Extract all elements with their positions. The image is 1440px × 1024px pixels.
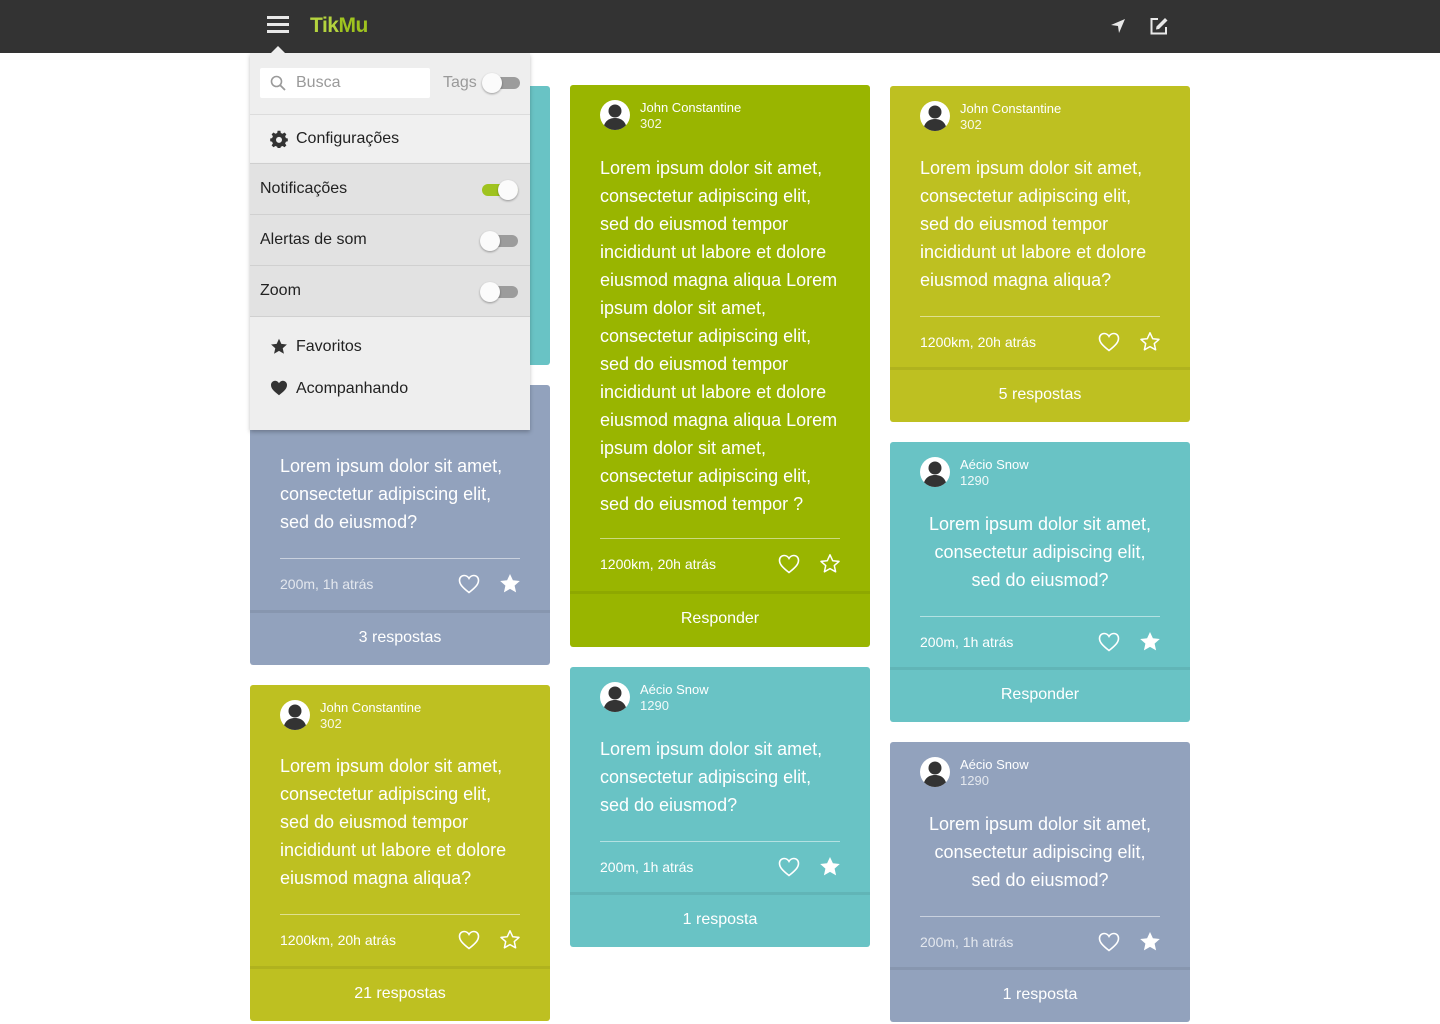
replies-button[interactable]: 1 resposta [890, 967, 1190, 1022]
avatar[interactable] [600, 682, 630, 712]
author-name[interactable]: John Constantine [640, 100, 741, 115]
post-meta: 1200km, 20h atrás [920, 334, 1036, 350]
hamburger-icon[interactable] [267, 16, 289, 36]
post-meta: 200m, 1h atrás [920, 934, 1014, 950]
author-name[interactable]: Aécio Snow [960, 757, 1029, 772]
heart-icon[interactable] [778, 554, 800, 574]
menu-panel: Tags Configurações Notificações Alertas … [250, 53, 530, 430]
author-score: 1290 [960, 473, 989, 488]
setting-alertas-de-som: Alertas de som [250, 215, 530, 266]
zoom-toggle[interactable] [480, 281, 518, 303]
notificacoes-toggle[interactable] [480, 179, 518, 201]
app-logo[interactable]: TikMu [310, 14, 368, 38]
divider [280, 558, 520, 559]
post-card[interactable]: John Constantine 302 Lorem ipsum dolor s… [890, 86, 1190, 422]
author-score: 1290 [640, 698, 669, 713]
menu-item-configuracoes[interactable]: Configurações [250, 114, 530, 162]
heart-icon[interactable] [1098, 932, 1120, 952]
heart-icon[interactable] [1098, 332, 1120, 352]
search-input[interactable] [296, 73, 424, 93]
setting-label: Alertas de som [260, 231, 367, 248]
divider [600, 841, 840, 842]
post-meta: 1200km, 20h atrás [280, 932, 396, 948]
post-meta: 200m, 1h atrás [280, 576, 374, 592]
menu-caret [271, 46, 285, 53]
replies-button[interactable]: 5 respostas [890, 367, 1190, 422]
heart-icon[interactable] [458, 574, 480, 594]
post-card[interactable]: John Constantine 302 Lorem ipsum dolor s… [570, 85, 870, 647]
star-filled-icon[interactable] [499, 573, 521, 594]
post-text: Lorem ipsum dolor sit amet, consectetur … [600, 739, 823, 815]
post-meta: 200m, 1h atrás [600, 859, 694, 875]
tags-toggle[interactable] [482, 72, 520, 94]
search-box[interactable] [260, 68, 430, 98]
reply-button[interactable]: Responder [890, 667, 1190, 722]
alertas-de-som-toggle[interactable] [480, 230, 518, 252]
author-name[interactable]: Aécio Snow [640, 682, 709, 697]
menu-item-favoritos[interactable]: Favoritos [250, 328, 530, 368]
replies-button[interactable]: 3 respostas [250, 610, 550, 665]
star-filled-icon[interactable] [819, 856, 841, 877]
divider [920, 916, 1160, 917]
post-text: Lorem ipsum dolor sit amet, consectetur … [928, 814, 1152, 890]
star-filled-icon[interactable] [1139, 631, 1161, 652]
author-name[interactable]: John Constantine [320, 700, 421, 715]
post-text: Lorem ipsum dolor sit amet, consectetur … [928, 514, 1152, 590]
replies-button[interactable]: 1 resposta [570, 892, 870, 947]
replies-button[interactable]: 21 respostas [250, 966, 550, 1021]
post-text: Lorem ipsum dolor sit amet, consectetur … [280, 756, 507, 888]
heart-icon[interactable] [778, 857, 800, 877]
menu-item-label: Configurações [296, 130, 400, 147]
gear-icon [270, 130, 288, 148]
post-meta: 200m, 1h atrás [920, 634, 1014, 650]
setting-label: Notificações [260, 180, 348, 197]
setting-zoom: Zoom [250, 266, 530, 317]
post-card[interactable]: Aécio Snow 1290 Lorem ipsum dolor sit am… [890, 442, 1190, 722]
divider [280, 914, 520, 915]
location-arrow-icon[interactable] [1108, 16, 1128, 36]
setting-label: Zoom [260, 282, 301, 299]
search-icon [270, 75, 286, 91]
divider [600, 538, 840, 539]
star-filled-icon[interactable] [1139, 931, 1161, 952]
star-outline-icon[interactable] [499, 929, 521, 950]
heart-icon[interactable] [1098, 632, 1120, 652]
menu-item-acompanhando[interactable]: Acompanhando [250, 370, 530, 410]
star-outline-icon[interactable] [1139, 331, 1161, 352]
post-text: Lorem ipsum dolor sit amet, consectetur … [280, 456, 503, 532]
divider [920, 316, 1160, 317]
author-name[interactable]: John Constantine [960, 101, 1061, 116]
post-card[interactable]: John Constantine 302 Lorem ipsum dolor s… [250, 685, 550, 1021]
tags-label: Tags [443, 74, 477, 91]
heart-icon [271, 380, 287, 396]
post-meta: 1200km, 20h atrás [600, 556, 716, 572]
heart-icon[interactable] [458, 930, 480, 950]
menu-item-label: Acompanhando [296, 380, 409, 397]
top-bar: TikMu [0, 0, 1440, 53]
author-score: 302 [640, 116, 662, 131]
avatar[interactable] [280, 700, 310, 730]
author-score: 302 [960, 117, 982, 132]
post-text: Lorem ipsum dolor sit amet, consectetur … [600, 158, 838, 514]
avatar[interactable] [920, 101, 950, 131]
divider [920, 616, 1160, 617]
settings-list: Notificações Alertas de som Zoom [250, 163, 530, 317]
star-icon [271, 338, 287, 354]
post-card[interactable]: Aécio Snow 1290 Lorem ipsum dolor sit am… [890, 742, 1190, 1022]
reply-button[interactable]: Responder [570, 591, 870, 646]
author-score: 302 [320, 716, 342, 731]
avatar[interactable] [920, 757, 950, 787]
star-outline-icon[interactable] [819, 553, 841, 574]
post-text: Lorem ipsum dolor sit amet, consectetur … [920, 158, 1147, 290]
compose-icon[interactable] [1149, 16, 1169, 36]
menu-item-label: Favoritos [296, 338, 362, 355]
author-score: 1290 [960, 773, 989, 788]
post-card[interactable]: Aécio Snow 1290 Lorem ipsum dolor sit am… [570, 667, 870, 947]
avatar[interactable] [920, 457, 950, 487]
author-name[interactable]: Aécio Snow [960, 457, 1029, 472]
avatar[interactable] [600, 100, 630, 130]
setting-notificacoes: Notificações [250, 164, 530, 215]
